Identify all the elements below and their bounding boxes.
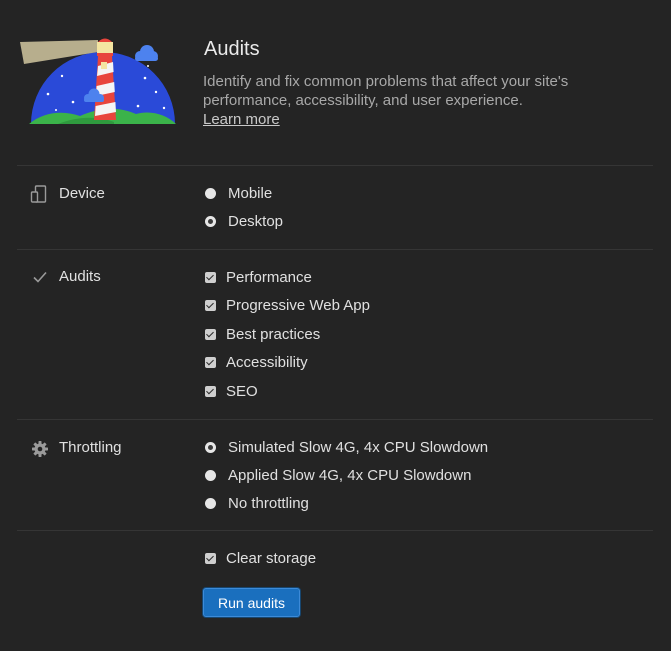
option-label: Simulated Slow 4G, 4x CPU Slowdown bbox=[228, 439, 489, 456]
divider bbox=[17, 419, 653, 420]
option-label: Mobile bbox=[228, 185, 273, 202]
audit-option-best-practices[interactable]: Best practices bbox=[205, 326, 320, 343]
option-label: Desktop bbox=[228, 213, 284, 230]
checkbox-checked[interactable] bbox=[205, 357, 216, 368]
throttling-option-none[interactable]: No throttling bbox=[205, 495, 309, 512]
option-label: Best practices bbox=[226, 326, 321, 343]
audit-option-seo[interactable]: SEO bbox=[205, 383, 258, 400]
divider bbox=[17, 530, 653, 531]
clear-storage-option[interactable]: Clear storage bbox=[205, 550, 316, 567]
option-label: Performance bbox=[226, 269, 312, 286]
throttling-option-simulated[interactable]: Simulated Slow 4G, 4x CPU Slowdown bbox=[205, 439, 488, 456]
checkbox-checked[interactable] bbox=[205, 386, 216, 397]
divider bbox=[17, 165, 653, 166]
radio-button[interactable] bbox=[205, 188, 216, 199]
gear-icon bbox=[31, 440, 49, 458]
option-label: SEO bbox=[226, 383, 258, 400]
page-title: Audits bbox=[204, 38, 260, 60]
checkmark-icon bbox=[31, 268, 49, 286]
audits-label: Audits bbox=[59, 268, 101, 285]
device-label: Device bbox=[59, 185, 105, 202]
device-option-mobile[interactable]: Mobile bbox=[205, 185, 272, 202]
option-label: Accessibility bbox=[226, 354, 308, 371]
divider bbox=[17, 249, 653, 250]
learn-more-link[interactable]: Learn more bbox=[203, 111, 280, 128]
page-description: Identify and fix common problems that af… bbox=[203, 73, 569, 109]
device-icon bbox=[30, 185, 48, 203]
radio-button-selected[interactable] bbox=[205, 442, 216, 453]
option-label: Applied Slow 4G, 4x CPU Slowdown bbox=[228, 467, 472, 484]
radio-button-selected[interactable] bbox=[205, 216, 216, 227]
lighthouse-logo bbox=[18, 32, 180, 132]
throttling-option-applied[interactable]: Applied Slow 4G, 4x CPU Slowdown bbox=[205, 467, 471, 484]
device-option-desktop[interactable]: Desktop bbox=[205, 213, 283, 230]
audit-option-accessibility[interactable]: Accessibility bbox=[205, 354, 308, 371]
throttling-label: Throttling bbox=[59, 439, 122, 456]
option-label: Progressive Web App bbox=[226, 297, 370, 314]
audit-option-performance[interactable]: Performance bbox=[205, 269, 312, 286]
checkbox-checked[interactable] bbox=[205, 553, 216, 564]
radio-button[interactable] bbox=[205, 470, 216, 481]
radio-button[interactable] bbox=[205, 498, 216, 509]
checkbox-checked[interactable] bbox=[205, 272, 216, 283]
audit-option-pwa[interactable]: Progressive Web App bbox=[205, 297, 370, 314]
checkbox-checked[interactable] bbox=[205, 329, 216, 340]
run-audits-button[interactable]: Run audits bbox=[203, 588, 300, 617]
checkbox-checked[interactable] bbox=[205, 300, 216, 311]
option-label: Clear storage bbox=[226, 550, 317, 567]
option-label: No throttling bbox=[228, 495, 309, 512]
